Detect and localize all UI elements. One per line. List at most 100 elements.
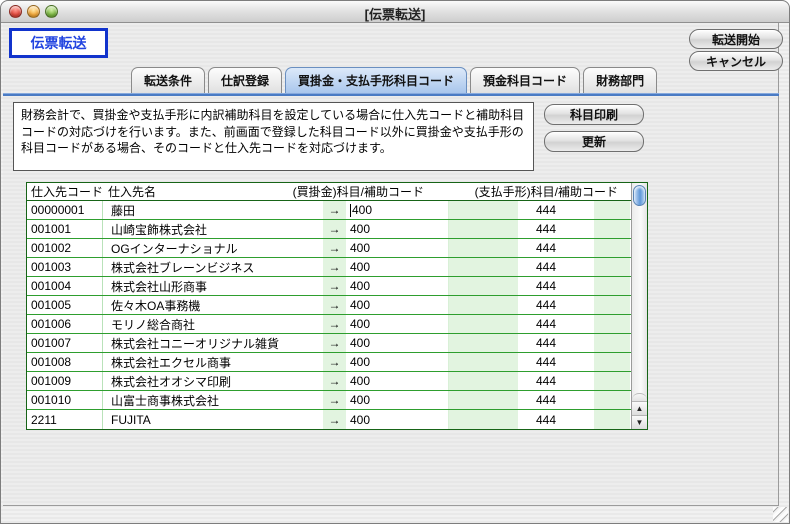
payable-aux-field[interactable] (431, 258, 449, 276)
table-row[interactable]: 2211 FUJITA → 400 444 (27, 410, 631, 429)
vertical-scrollbar[interactable]: ▲ ▼ (631, 183, 647, 429)
table-row[interactable]: 001003 株式会社ブレーンビジネス → 400 444 (27, 258, 631, 277)
payable-account-field[interactable]: 400 (346, 239, 431, 257)
payable-account-field[interactable]: 400 (346, 258, 431, 276)
header-supplier-name: 仕入先名 (104, 183, 245, 200)
payable-aux-field[interactable] (431, 334, 449, 352)
cancel-button[interactable]: キャンセル (689, 51, 783, 71)
scrollbar-thumb[interactable] (633, 185, 646, 206)
title-bar[interactable]: [伝票転送] (1, 1, 789, 23)
update-button[interactable]: 更新 (544, 131, 644, 152)
tab-bar: 転送条件 仕訳登録 買掛金・支払手形科目コード 預金科目コード 財務部門 (131, 67, 657, 93)
note-aux-field[interactable] (574, 239, 594, 257)
payable-account-field[interactable]: 400 (346, 391, 431, 409)
supplier-code-cell: 001003 (27, 258, 103, 276)
tab-finance-department[interactable]: 財務部門 (583, 67, 657, 93)
note-aux-field[interactable] (574, 334, 594, 352)
table-row[interactable]: 001001 山崎宝飾株式会社 → 400 444 (27, 220, 631, 239)
payable-account-field[interactable]: 400 (346, 315, 431, 333)
header-payable-code: (買掛金)科目/補助コード (245, 183, 424, 200)
note-account-field[interactable]: 444 (518, 239, 574, 257)
arrow-cell: → (323, 410, 346, 429)
supplier-name-cell: 山崎宝飾株式会社 (103, 220, 323, 238)
tab-transfer-conditions[interactable]: 転送条件 (131, 67, 205, 93)
scroll-up-button[interactable]: ▲ (632, 401, 647, 415)
tab-payable-account-codes[interactable]: 買掛金・支払手形科目コード (285, 67, 467, 93)
arrow-cell: → (323, 296, 346, 314)
payable-account-field[interactable]: 400 (346, 201, 431, 219)
note-account-field[interactable]: 444 (518, 258, 574, 276)
payable-account-field[interactable]: 400 (346, 410, 431, 429)
arrow-cell: → (323, 220, 346, 238)
payable-aux-field[interactable] (431, 372, 449, 390)
payable-account-field[interactable]: 400 (346, 353, 431, 371)
note-aux-field[interactable] (574, 372, 594, 390)
arrow-cell: → (323, 315, 346, 333)
header-note-code: (支払手形)科目/補助コード (424, 183, 622, 200)
spacer-cell (449, 372, 518, 390)
note-aux-field[interactable] (574, 353, 594, 371)
arrow-cell: → (323, 277, 346, 295)
note-account-field[interactable]: 444 (518, 372, 574, 390)
tab-journal-entry[interactable]: 仕訳登録 (208, 67, 282, 93)
note-aux-field[interactable] (574, 391, 594, 409)
note-account-field[interactable]: 444 (518, 353, 574, 371)
table-row[interactable]: 00000001 藤田 → 400 444 (27, 201, 631, 220)
table-row[interactable]: 001008 株式会社エクセル商事 → 400 444 (27, 353, 631, 372)
table-row[interactable]: 001010 山富士商事株式会社 → 400 444 (27, 391, 631, 410)
note-aux-field[interactable] (574, 296, 594, 314)
supplier-name-cell: 株式会社山形商事 (103, 277, 323, 295)
note-aux-field[interactable] (574, 277, 594, 295)
app-window: [伝票転送] 伝票転送 転送開始 キャンセル 転送条件 仕訳登録 買掛金・支払手… (0, 0, 790, 524)
note-aux-field[interactable] (574, 410, 594, 429)
table-row[interactable]: 001007 株式会社コニーオリジナル雑貨 → 400 444 (27, 334, 631, 353)
supplier-code-cell: 001010 (27, 391, 103, 409)
table-row[interactable]: 001004 株式会社山形商事 → 400 444 (27, 277, 631, 296)
tab-deposit-account-codes[interactable]: 預金科目コード (470, 67, 580, 93)
resize-grip[interactable] (773, 507, 788, 522)
payable-account-field[interactable]: 400 (346, 334, 431, 352)
payable-account-field[interactable]: 400 (346, 220, 431, 238)
payable-aux-field[interactable] (431, 353, 449, 371)
payable-aux-field[interactable] (431, 201, 449, 219)
payable-aux-field[interactable] (431, 277, 449, 295)
payable-aux-field[interactable] (431, 239, 449, 257)
note-aux-field[interactable] (574, 315, 594, 333)
payable-account-field[interactable]: 400 (346, 372, 431, 390)
payable-aux-field[interactable] (431, 315, 449, 333)
spacer-cell (449, 239, 518, 257)
payable-aux-field[interactable] (431, 410, 449, 429)
note-account-field[interactable]: 444 (518, 220, 574, 238)
print-accounts-button[interactable]: 科目印刷 (544, 104, 644, 125)
payable-account-field[interactable]: 400 (346, 296, 431, 314)
content-panel: 伝票転送 転送開始 キャンセル 転送条件 仕訳登録 買掛金・支払手形科目コード … (3, 23, 779, 506)
spacer-cell (594, 372, 630, 390)
supplier-name-cell: 株式会社コニーオリジナル雑貨 (103, 334, 323, 352)
note-account-field[interactable]: 444 (518, 334, 574, 352)
table-row[interactable]: 001005 佐々木OA事務機 → 400 444 (27, 296, 631, 315)
table-row[interactable]: 001002 OGインターナショナル → 400 444 (27, 239, 631, 258)
start-transfer-button[interactable]: 転送開始 (689, 29, 783, 49)
table-row[interactable]: 001006 モリノ総合商社 → 400 444 (27, 315, 631, 334)
supplier-code-cell: 001007 (27, 334, 103, 352)
note-account-field[interactable]: 444 (518, 410, 574, 429)
note-account-field[interactable]: 444 (518, 315, 574, 333)
payable-aux-field[interactable] (431, 220, 449, 238)
spacer-cell (594, 296, 630, 314)
payable-account-field[interactable]: 400 (346, 277, 431, 295)
note-account-field[interactable]: 444 (518, 391, 574, 409)
note-account-field[interactable]: 444 (518, 277, 574, 295)
note-account-field[interactable]: 444 (518, 296, 574, 314)
spacer-cell (449, 410, 518, 429)
note-aux-field[interactable] (574, 220, 594, 238)
table-row[interactable]: 001009 株式会社オオシマ印刷 → 400 444 (27, 372, 631, 391)
note-aux-field[interactable] (574, 258, 594, 276)
arrow-cell: → (323, 334, 346, 352)
payable-aux-field[interactable] (431, 391, 449, 409)
spacer-cell (594, 353, 630, 371)
note-account-field[interactable]: 444 (518, 201, 574, 219)
description-text: 財務会計で、買掛金や支払手形に内訳補助科目を設定している場合に仕入先コードと補助… (13, 102, 534, 171)
note-aux-field[interactable] (574, 201, 594, 219)
scroll-down-button[interactable]: ▼ (632, 415, 647, 429)
payable-aux-field[interactable] (431, 296, 449, 314)
